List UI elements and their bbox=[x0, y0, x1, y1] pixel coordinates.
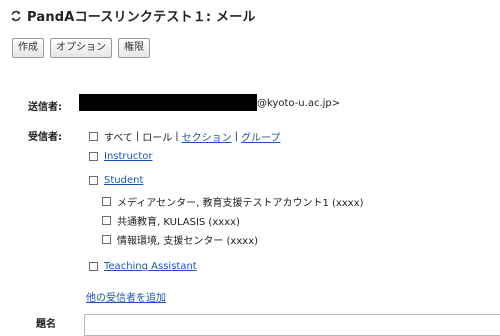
section-label: 情報環境, 支援センター (xxxx) bbox=[117, 236, 259, 247]
separator: | bbox=[135, 131, 140, 142]
sender-address-suffix: @kyoto-u.ac.jp> bbox=[257, 98, 341, 109]
subject-label: 題名 bbox=[36, 319, 56, 330]
section-checkbox[interactable] bbox=[102, 235, 111, 244]
page-header: PandAコースリンクテスト１: メール bbox=[10, 6, 256, 25]
recipient-student-row: Student bbox=[89, 175, 143, 186]
instructor-checkbox[interactable] bbox=[89, 152, 98, 161]
student-section-row: メディアセンター, 教育支援テストアカウント1 (xxxx) bbox=[102, 194, 363, 209]
toolbar: 作成 オプション 権限 bbox=[12, 38, 150, 58]
recipient-all-row: すべて | ロール | セクション | グループ bbox=[89, 129, 280, 144]
add-recipient-link[interactable]: 他の受信者を追加 bbox=[86, 289, 166, 304]
student-section-row: 共通教育, KULASIS (xxxx) bbox=[102, 213, 240, 228]
separator: | bbox=[175, 131, 179, 142]
role-label: ロール bbox=[142, 133, 173, 144]
teaching-assistant-link[interactable]: Teaching Assistant bbox=[104, 261, 197, 272]
section-checkbox[interactable] bbox=[102, 197, 111, 206]
recipient-instructor-row: Instructor bbox=[89, 151, 153, 162]
section-checkbox[interactable] bbox=[102, 216, 111, 225]
student-link[interactable]: Student bbox=[104, 175, 143, 186]
recipient-ta-row: Teaching Assistant bbox=[89, 261, 197, 272]
sender-label: 送信者: bbox=[28, 102, 62, 113]
student-section-row: 情報環境, 支援センター (xxxx) bbox=[102, 232, 258, 247]
instructor-link[interactable]: Instructor bbox=[104, 151, 153, 162]
page-title: PandAコースリンクテスト１: メール bbox=[27, 10, 256, 25]
section-label: メディアセンター, 教育支援テストアカウント1 (xxxx) bbox=[117, 198, 364, 209]
compose-button[interactable]: 作成 bbox=[12, 38, 44, 58]
student-checkbox[interactable] bbox=[89, 176, 98, 185]
group-link[interactable]: グループ bbox=[241, 129, 280, 144]
subject-input[interactable] bbox=[84, 314, 500, 336]
sender-redaction bbox=[79, 94, 257, 111]
options-button[interactable]: オプション bbox=[50, 38, 112, 58]
permissions-button[interactable]: 権限 bbox=[118, 38, 150, 58]
refresh-icon[interactable] bbox=[10, 10, 22, 22]
all-checkbox[interactable] bbox=[89, 132, 98, 141]
section-link[interactable]: セクション bbox=[182, 129, 232, 144]
teaching-assistant-checkbox[interactable] bbox=[89, 262, 98, 271]
all-label: すべて bbox=[104, 133, 133, 144]
separator: | bbox=[234, 131, 239, 142]
section-label: 共通教育, KULASIS (xxxx) bbox=[117, 217, 240, 228]
recipients-label: 受信者: bbox=[28, 132, 62, 143]
